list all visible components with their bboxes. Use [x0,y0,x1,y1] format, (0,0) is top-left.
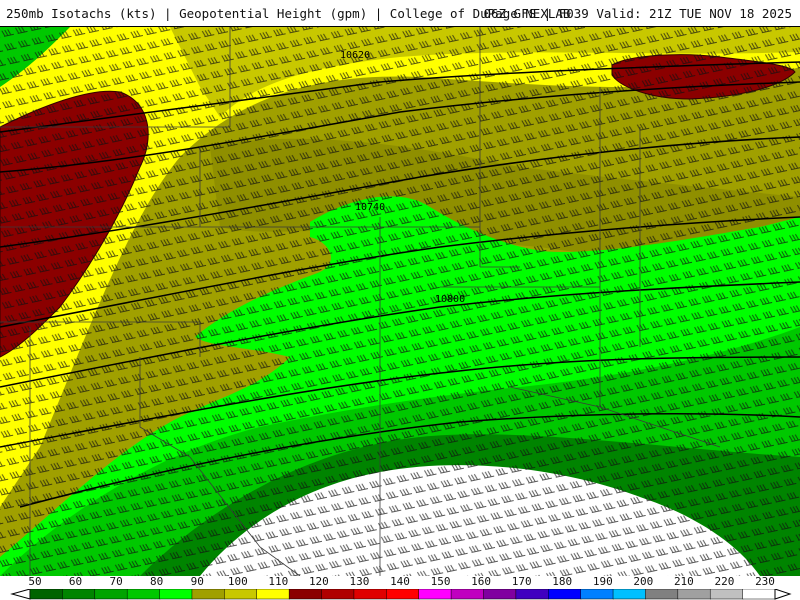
legend-colorbar [10,589,792,600]
legend-swatch [224,589,258,600]
header-bar: 250mb Isotachs (kts) | Geopotential Heig… [0,0,800,27]
contour-label-10800: 10800 [435,294,465,305]
legend-swatch [386,589,420,600]
legend-swatch [62,589,96,600]
legend-swatch [126,589,161,600]
legend-swatch [321,589,355,600]
color-legend: 50 60 70 80 90 100 110 120 130 140 150 160 170 180 190… [0,575,800,600]
valid-time-label: 06Z GFS | F039 Valid: 21Z TUE NOV 18 202… [483,6,792,21]
legend-labels: 50 60 70 80 90 100 110 120 130 140 150 160 170 180 190… [0,575,800,588]
legend-label-210: 210 [673,575,694,588]
legend-swatch [450,589,485,600]
legend-swatch [709,589,744,600]
legend-label-60: 60 [68,575,83,588]
legend-label-130: 130 [349,575,370,588]
legend-swatch [515,589,550,600]
contour-label-10620: 10620 [340,50,370,61]
legend-label-110: 110 [268,575,289,588]
legend-label-230: 230 [755,575,775,588]
legend-swatch [677,589,711,600]
legend-label-190: 190 [592,575,613,588]
legend-label-160: 160 [471,575,492,588]
wind-barbs [0,27,800,576]
contour-label-10740: 10740 [355,202,385,213]
legend-swatch [29,589,64,600]
legend-swatch [191,589,226,600]
legend-swatch [548,589,582,600]
legend-label-70: 70 [109,575,123,588]
legend-min-arrow [10,589,31,600]
legend-label-140: 140 [390,575,410,588]
legend-label-100: 100 [227,575,248,588]
legend-swatch [94,589,128,600]
legend-swatch [353,589,388,600]
legend-swatch [159,589,193,600]
legend-swatch [483,589,517,600]
legend-swatch [742,589,776,600]
legend-label-120: 120 [308,575,329,588]
legend-label-220: 220 [714,575,735,588]
legend-swatch [580,589,614,600]
legend-label-180: 180 [552,575,573,588]
legend-label-170: 170 [511,575,532,588]
legend-label-90: 90 [190,575,204,588]
legend-swatch [288,589,323,600]
legend-label-150: 150 [430,575,451,588]
isotach-map: 10620 10740 10800 [0,27,800,576]
legend-label-200: 200 [633,575,654,588]
legend-swatch [645,589,679,600]
legend-swatch [418,589,452,600]
legend-swatch [612,589,647,600]
legend-swatch [256,589,290,600]
legend-label-80: 80 [150,575,164,588]
legend-label-50: 50 [28,575,42,588]
legend-max-arrow [774,589,792,600]
